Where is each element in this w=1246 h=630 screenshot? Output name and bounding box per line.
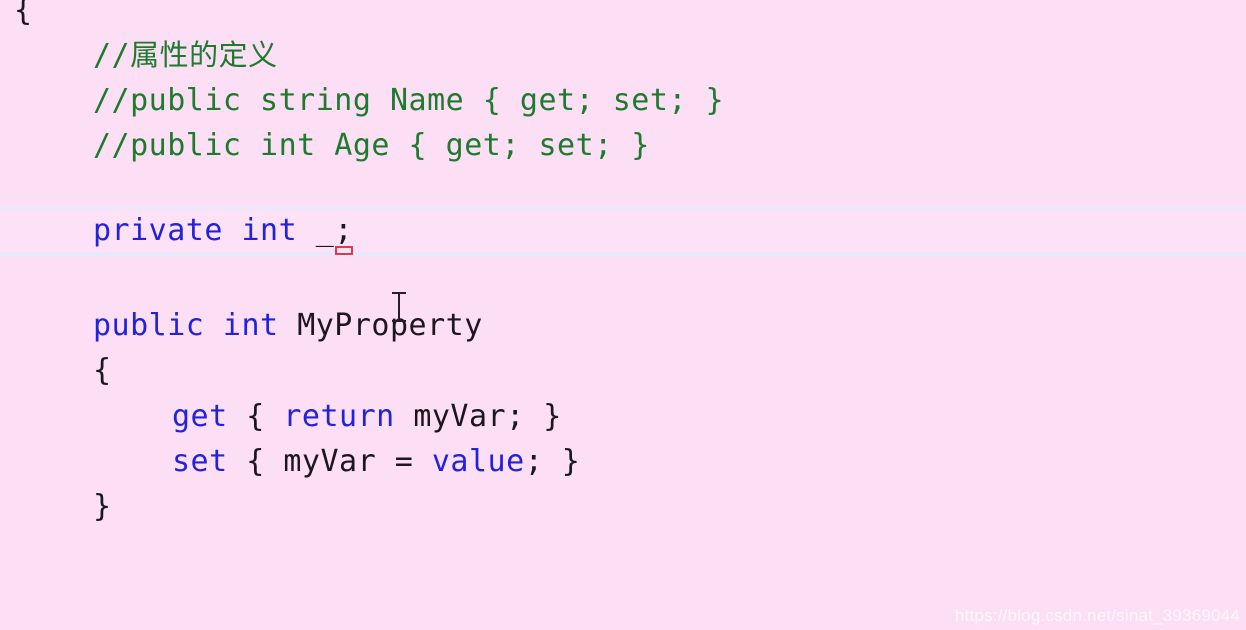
token-comment: // [93, 38, 131, 73]
token-ident: _ [315, 213, 335, 248]
token-punct: ; } [524, 444, 581, 479]
line-comment-age-property[interactable]: //public int Age { get; set; } [0, 123, 1246, 168]
watermark-url: https://blog.csdn.net/sinat_39369044 [954, 606, 1240, 625]
token-keyword: get [172, 399, 228, 434]
line-property-close-brace[interactable]: } [0, 484, 1246, 529]
token-keyword: value [431, 444, 525, 479]
line-private-field[interactable]: private int _; [0, 208, 1246, 253]
line-setter[interactable]: set { myVar = value; } [0, 439, 1246, 484]
token-punct: = [376, 444, 432, 479]
token-comment: //public string Name { get; set; } [93, 83, 725, 118]
line-class-open-brace[interactable]: { [0, 0, 1246, 33]
code-editor-screenshot: { //属性的定义 //public string Name { get; set;… [0, 0, 1246, 630]
token-keyword: public int [93, 308, 298, 343]
token-comment-cjk: 属性的定义 [130, 38, 278, 72]
token-punct: ; [334, 213, 353, 248]
token-ident: MyProperty [297, 308, 483, 343]
token-keyword: set [172, 444, 228, 479]
token-punct: { [14, 0, 33, 28]
line-property-signature[interactable]: public int MyProperty [0, 303, 1246, 348]
token-punct: } [93, 489, 112, 524]
token-punct: ; } [506, 399, 562, 434]
token-punct: { [227, 444, 284, 479]
token-ident: myVar [413, 399, 507, 434]
line-property-open-brace[interactable]: { [0, 348, 1246, 393]
token-ident: myVar [283, 444, 377, 479]
token-punct: { [227, 399, 284, 434]
code-text-area[interactable]: { //属性的定义 //public string Name { get; set;… [0, 0, 1246, 630]
token-punct: { [93, 353, 112, 388]
line-comment-name-property[interactable]: //public string Name { get; set; } [0, 78, 1246, 123]
token-comment: //public int Age { get; set; } [93, 128, 650, 163]
token-keyword: return [283, 399, 414, 434]
line-getter[interactable]: get { return myVar; } [0, 394, 1246, 439]
line-comment-cjk[interactable]: //属性的定义 [0, 33, 1246, 78]
token-keyword: private int [93, 213, 316, 248]
rename-smart-tag-icon[interactable] [335, 246, 353, 255]
